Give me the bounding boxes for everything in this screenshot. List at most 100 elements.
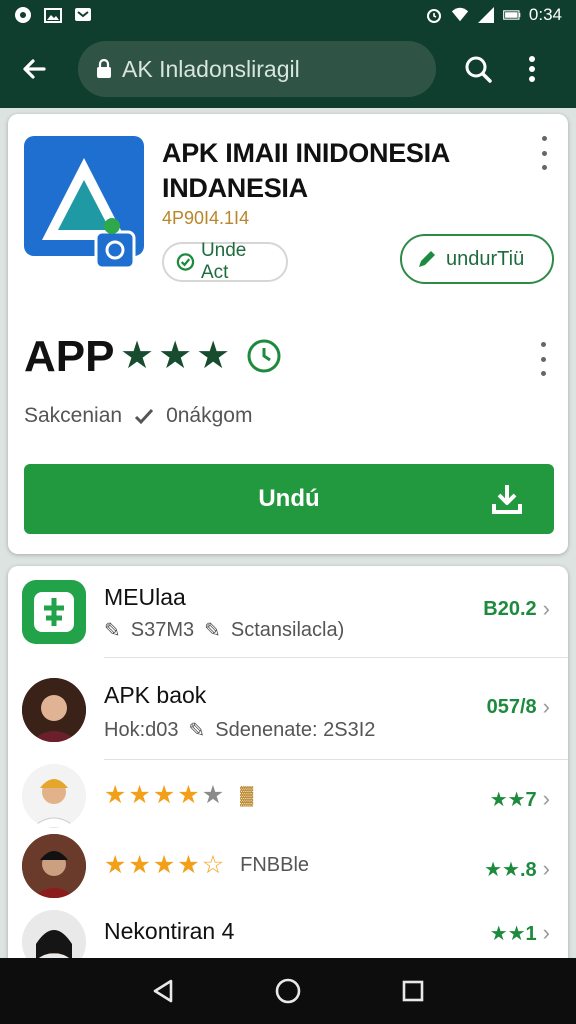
chevron-right-icon: › (542, 856, 550, 881)
star-icon: ★ (177, 781, 200, 809)
avatar (22, 834, 86, 898)
app-meta-row: Sakcenian 0nákgom (24, 404, 252, 428)
item-value-text: ★★7 (489, 788, 537, 811)
related-apps-list: MEUlaa ✎ S37M3 ✎ Sctansilacla) B20.2 › A… (8, 566, 568, 986)
square-recents-icon (403, 980, 424, 1002)
list-item[interactable]: MEUlaa ✎ S37M3 ✎ Sctansilacla) B20.2 › (8, 566, 568, 658)
chevron-right-icon: › (542, 694, 550, 719)
list-item[interactable]: ★ ★ ★ ★ ☆ FNBBle ★★.8 › (8, 832, 568, 902)
circle-home-icon (275, 978, 301, 1004)
pencil-icon: ✎ (204, 620, 221, 642)
lock-icon (96, 59, 112, 79)
item-title: APK baok (104, 682, 207, 708)
item-title: Nekontiran 4 (104, 918, 235, 944)
app-label: APP (24, 332, 115, 381)
app-card-menu-button[interactable] (534, 136, 554, 170)
list-item[interactable]: APK baok Hok:d03 ✎ Sdenenate: 2S3I2 057/… (8, 662, 568, 758)
pencil-icon (419, 251, 435, 267)
browser-toolbar: AK Inladonsliragil (0, 30, 576, 108)
item-value-text: ★★.8 (484, 858, 537, 881)
wifi-icon (451, 6, 469, 24)
nav-home-button[interactable] (264, 967, 312, 1015)
pencil-icon: ✎ (104, 620, 121, 642)
download-chip-label: undurTiü (446, 247, 525, 270)
battery-icon (503, 6, 521, 24)
action-chip[interactable]: Unde Act (162, 240, 288, 283)
install-button-label: Undú (258, 485, 320, 512)
star-icon: ★ (120, 335, 155, 377)
item-value: ★★.8 › (484, 856, 550, 882)
signal-icon (477, 6, 495, 24)
app-icon (22, 580, 86, 644)
triangle-back-icon (153, 979, 172, 1003)
url-text: AK Inladonsliragil (122, 55, 300, 82)
chevron-right-icon: › (542, 786, 550, 811)
item-value-text: 057/8 (486, 695, 537, 718)
avatar (22, 764, 86, 828)
star-icon: ★ (104, 781, 127, 809)
search-button[interactable] (456, 47, 500, 91)
more-vertical-icon (529, 56, 535, 82)
star-icon: ★ (177, 851, 200, 879)
star-icon: ★ (128, 781, 151, 809)
notification-icon (14, 6, 32, 24)
item-subtitle: FNBBle (240, 853, 310, 876)
star-icon: ★ (158, 335, 193, 377)
item-value: 057/8 › (487, 694, 550, 720)
chevron-right-icon: › (542, 596, 550, 621)
app-label-menu-button[interactable] (538, 342, 548, 376)
item-meta-1: S37M3 (130, 619, 195, 641)
chevron-right-icon: › (542, 920, 550, 945)
nav-back-button[interactable] (139, 967, 187, 1015)
status-bar: 0:34 (0, 0, 576, 30)
check-circle-icon (176, 253, 195, 271)
url-bar[interactable]: AK Inladonsliragil (78, 41, 436, 97)
system-nav-bar (0, 958, 576, 1024)
item-value-text: B20.2 (483, 597, 537, 620)
item-value: ★★7 › (490, 786, 550, 812)
back-button[interactable] (14, 49, 54, 89)
item-value: ★★1 › (490, 920, 550, 946)
arrow-left-icon (23, 59, 46, 79)
star-icon: ★ (104, 851, 127, 879)
rating-stars: ★ ★ ★ (120, 336, 282, 376)
item-badge: ▓ (240, 784, 254, 805)
status-time: 0:34 (528, 5, 562, 24)
download-chip-button[interactable]: undurTiü (400, 234, 554, 284)
app-meta-left: Sakcenian (24, 404, 123, 427)
action-chip-label: Unde Act (200, 240, 247, 283)
star-outline-icon: ☆ (201, 851, 225, 879)
avatar (22, 678, 86, 742)
install-button[interactable]: Undú (24, 464, 554, 534)
item-rating: ★ ★ ★ ★ ★ ▓ (104, 782, 253, 808)
app-meta-right: 0nákgom (166, 404, 253, 427)
app-detail-card: APK IMAII INIDONESIA INDANESIA 4P90I4.1I… (8, 114, 568, 554)
clock-icon (246, 338, 282, 374)
checkmark-icon (134, 407, 154, 425)
item-value-text: ★★1 (489, 922, 537, 945)
download-icon (490, 482, 524, 523)
pencil-icon: ✎ (188, 720, 206, 742)
nav-recents-button[interactable] (389, 967, 437, 1015)
item-meta-2: Sctansilacla) (230, 619, 345, 641)
star-icon: ★ (152, 851, 176, 879)
item-value: B20.2 › (483, 596, 550, 622)
alarm-icon (425, 6, 443, 24)
image-notification-icon (44, 6, 62, 24)
app-version: 4P90I4.1I4 (162, 208, 250, 228)
app-title: APK IMAII INIDONESIA INDANESIA (162, 138, 450, 203)
item-subtitle: Hok:d03 ✎ Sdenenate: 2S3I2 (104, 718, 375, 743)
item-meta-2: Sdenenate: 2S3I2 (215, 719, 376, 741)
overflow-menu-button[interactable] (510, 47, 554, 91)
star-icon: ★ (196, 335, 231, 377)
item-meta-1: Hok:d03 (104, 719, 179, 741)
list-item[interactable]: ★ ★ ★ ★ ★ ▓ ★★7 › (8, 762, 568, 830)
search-icon (465, 56, 492, 83)
star-icon: ★ (128, 851, 151, 879)
message-notification-icon (74, 6, 92, 24)
app-logo (24, 136, 144, 270)
star-empty-icon: ★ (201, 781, 225, 809)
item-rating: ★ ★ ★ ★ ☆ FNBBle (104, 852, 309, 878)
item-title: MEUlaa (104, 584, 186, 610)
star-icon: ★ (152, 781, 176, 809)
